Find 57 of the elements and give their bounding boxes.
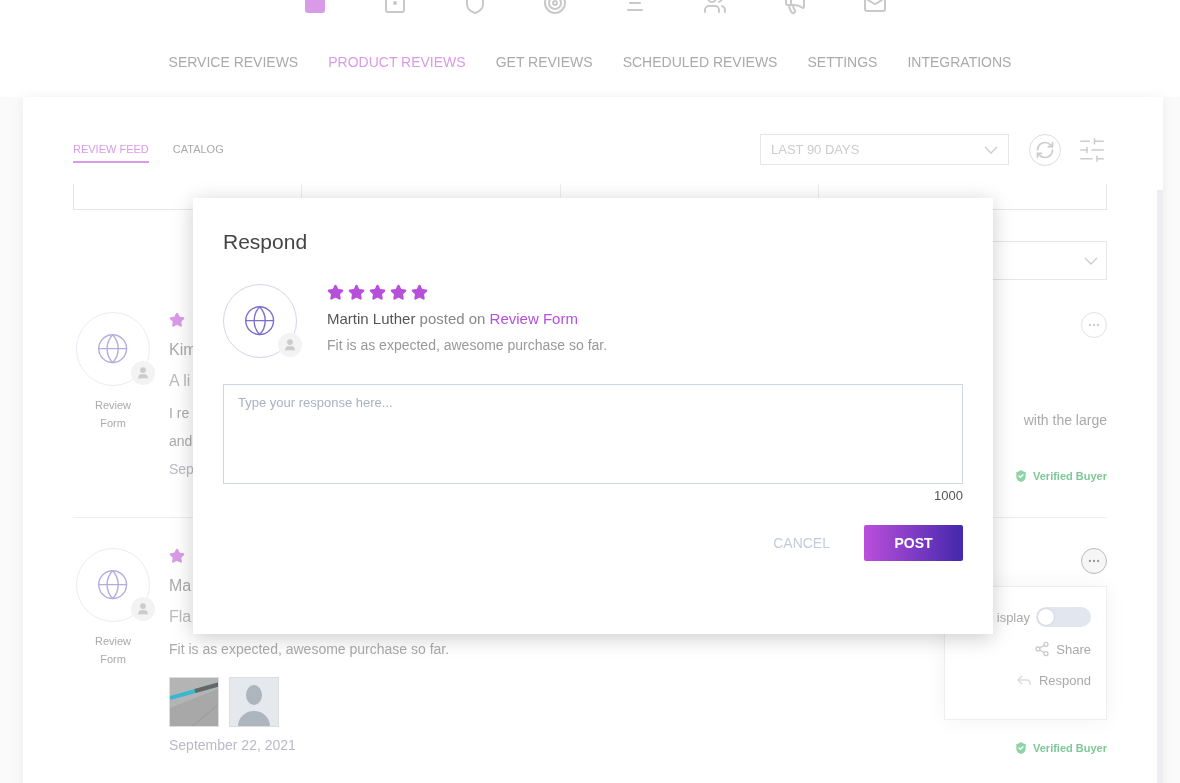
verified-buyer-label: Verified Buyer bbox=[1033, 742, 1107, 754]
star-icon bbox=[411, 284, 428, 301]
more-button[interactable] bbox=[1081, 312, 1107, 338]
display-toggle[interactable] bbox=[1036, 607, 1091, 627]
nav-tab[interactable]: INTEGRATIONS bbox=[905, 54, 1014, 70]
person-placeholder-icon[interactable] bbox=[229, 677, 279, 727]
verified-buyer-label: Verified Buyer bbox=[1033, 470, 1107, 482]
more-button[interactable] bbox=[1081, 548, 1107, 574]
star-icon bbox=[327, 284, 344, 301]
user-icon bbox=[283, 338, 297, 352]
star-icon bbox=[369, 284, 386, 301]
shield-check-icon bbox=[1013, 468, 1029, 484]
post-button[interactable]: POST bbox=[864, 525, 963, 561]
feed-tab[interactable]: REVIEW FEED bbox=[73, 136, 149, 163]
source-label: Review Form bbox=[93, 634, 133, 667]
review-byline: Martin Luther posted on Review Form bbox=[327, 310, 579, 327]
review-text: I re bbox=[169, 404, 191, 423]
nav-tab[interactable]: SCHEDULED REVIEWS bbox=[620, 54, 780, 70]
review-date: September 22, 2021 bbox=[169, 737, 296, 753]
dialog-title: Respond bbox=[223, 230, 309, 254]
display-label: isplay bbox=[996, 609, 1030, 625]
respond-menu-item[interactable]: Respond bbox=[1014, 671, 1091, 689]
nav-tab[interactable]: SERVICE REVIEWS bbox=[166, 54, 301, 70]
feed-tab[interactable]: CATALOG bbox=[172, 136, 224, 163]
nav-tab[interactable]: SETTINGS bbox=[805, 54, 880, 70]
globe-icon bbox=[243, 304, 277, 338]
review-excerpt: Fit is as expected, awesome purchase so far. bbox=[327, 337, 608, 353]
review-title: Fla bbox=[169, 607, 192, 627]
nav-tab[interactable]: GET REVIEWS bbox=[493, 54, 595, 70]
globe-icon bbox=[96, 568, 130, 602]
review-date: Sep bbox=[169, 461, 194, 477]
nav-tab[interactable]: PRODUCT REVIEWS bbox=[326, 54, 468, 70]
chevron-down-icon bbox=[984, 145, 998, 154]
character-count: 1000 bbox=[933, 488, 963, 503]
refresh-icon bbox=[1035, 139, 1055, 160]
reviewer-name: Ma bbox=[169, 576, 192, 596]
shield-check-icon bbox=[1013, 740, 1029, 756]
review-title: A li bbox=[169, 371, 191, 391]
review-text: Fit is as expected, awesome purchase so far. bbox=[169, 640, 450, 659]
source-label: Review Form bbox=[93, 398, 133, 431]
refresh-button[interactable] bbox=[1029, 133, 1061, 166]
chevron-down-icon bbox=[1084, 256, 1098, 265]
globe-icon bbox=[96, 332, 130, 366]
source-link[interactable]: Review Form bbox=[489, 310, 578, 327]
star-icon bbox=[348, 284, 365, 301]
cancel-button[interactable]: CANCEL bbox=[773, 535, 830, 551]
share-menu-item[interactable]: Share bbox=[1034, 641, 1091, 657]
review-text: and bbox=[169, 432, 193, 451]
response-field[interactable]: Type your response here... bbox=[223, 384, 963, 484]
star-icon bbox=[169, 548, 185, 564]
share-icon bbox=[1034, 641, 1051, 657]
user-icon bbox=[136, 366, 150, 380]
user-icon bbox=[136, 602, 150, 616]
review-text: with the large bbox=[1023, 412, 1107, 428]
star-icon bbox=[169, 312, 185, 328]
star-icon bbox=[390, 284, 407, 301]
sort-select[interactable] bbox=[990, 241, 1107, 280]
